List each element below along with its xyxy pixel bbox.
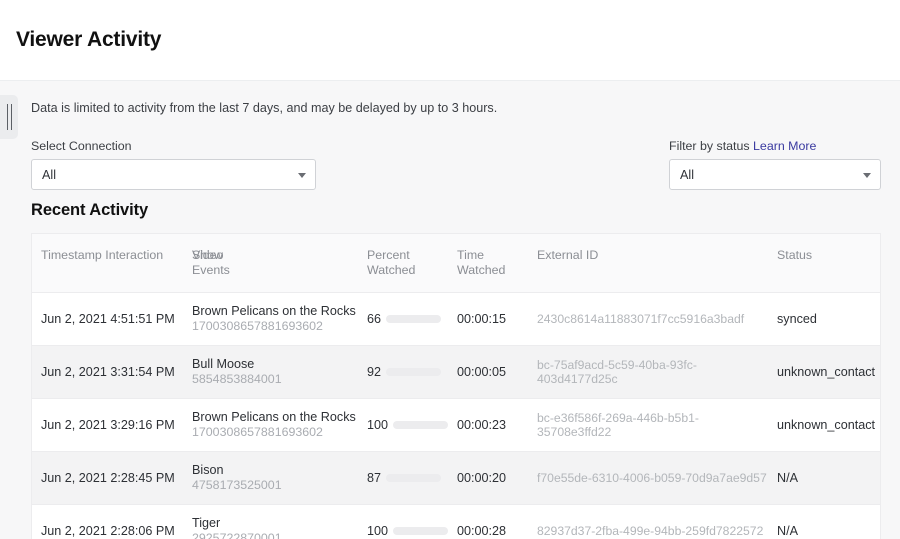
status-select[interactable]: All [669, 159, 881, 190]
cell-external-id: f70e55de-6310-4006-b059-70d9a7ae9d57 [537, 452, 777, 505]
recent-activity-table-wrap: Timestamp Interaction Show Events Video … [31, 233, 881, 539]
cell-external-id: 2430c8614a11883071f7cc5916a3badf [537, 293, 777, 346]
drag-handle-bars [7, 104, 12, 130]
cell-status: synced [777, 293, 881, 346]
cell-timestamp: Jun 2, 2021 4:51:51 PM [32, 293, 192, 346]
column-header-external-id[interactable]: External ID [537, 234, 777, 293]
video-id: 4758173525001 [192, 478, 361, 493]
table-row[interactable]: Jun 2, 2021 3:29:16 PMBrown Pelicans on … [32, 399, 881, 452]
cell-external-id: bc-e36f586f-269a-446b-b5b1-35708e3ffd22 [537, 399, 777, 452]
recent-activity-table: Timestamp Interaction Show Events Video … [32, 234, 881, 539]
table-row[interactable]: Jun 2, 2021 4:51:51 PMBrown Pelicans on … [32, 293, 881, 346]
column-header-timestamp-interaction[interactable]: Timestamp Interaction [32, 234, 192, 293]
column-header-percent-watched[interactable]: Percent Watched [367, 234, 457, 293]
percent-value: 66 [367, 312, 381, 327]
percent-value: 100 [367, 418, 388, 433]
connection-select[interactable]: All [31, 159, 316, 190]
cell-video: Bison4758173525001 [192, 452, 367, 505]
section-title: Recent Activity [31, 201, 900, 220]
cell-timestamp: Jun 2, 2021 3:31:54 PM [32, 346, 192, 399]
status-filter-label-text: Filter by status [669, 139, 750, 153]
cell-time-watched: 00:00:20 [457, 452, 537, 505]
cell-status: unknown_contact [777, 399, 881, 452]
cell-time-watched: 00:00:23 [457, 399, 537, 452]
video-id: 1700308657881693602 [192, 425, 361, 440]
status-filter-label: Filter by status Learn More [669, 139, 881, 153]
cell-status: N/A [777, 452, 881, 505]
video-id: 1700308657881693602 [192, 319, 361, 334]
video-title: Bison [192, 463, 361, 478]
cell-percent-watched: 66 [367, 293, 457, 346]
data-limitation-notice: Data is limited to activity from the las… [31, 81, 900, 116]
column-header-status[interactable]: Status [777, 234, 881, 293]
cell-video: Brown Pelicans on the Rocks1700308657881… [192, 293, 367, 346]
table-body: Jun 2, 2021 4:51:51 PMBrown Pelicans on … [32, 293, 881, 539]
percent-value: 92 [367, 365, 381, 380]
percent-value: 87 [367, 471, 381, 486]
video-title: Bull Moose [192, 357, 361, 372]
cell-percent-watched: 100 [367, 399, 457, 452]
learn-more-link[interactable]: Learn More [753, 139, 816, 153]
cell-video: Brown Pelicans on the Rocks1700308657881… [192, 399, 367, 452]
progress-bar [393, 421, 448, 429]
page-title: Viewer Activity [16, 28, 161, 52]
cell-video: Bull Moose5854853884001 [192, 346, 367, 399]
column-header-time-watched[interactable]: Time Watched [457, 234, 537, 293]
status-filter-group: Filter by status Learn More All [669, 139, 881, 190]
cell-time-watched: 00:00:15 [457, 293, 537, 346]
chevron-down-icon [863, 173, 871, 178]
cell-timestamp: Jun 2, 2021 3:29:16 PM [32, 399, 192, 452]
connection-filter-label: Select Connection [31, 139, 316, 153]
cell-percent-watched: 87 [367, 452, 457, 505]
connection-select-value: All [42, 168, 56, 182]
torn-edge-decoration [0, 532, 900, 539]
viewer-activity-page: Viewer Activity Data is limited to activ… [0, 0, 900, 539]
table-row[interactable]: Jun 2, 2021 2:28:45 PMBison4758173525001… [32, 452, 881, 505]
progress-bar [386, 315, 441, 323]
table-header-row: Timestamp Interaction Show Events Video … [32, 234, 881, 293]
video-title: Tiger [192, 516, 361, 531]
video-title: Brown Pelicans on the Rocks [192, 304, 361, 319]
chevron-down-icon [298, 173, 306, 178]
table-row[interactable]: Jun 2, 2021 3:31:54 PMBull Moose58548538… [32, 346, 881, 399]
content-panel: Data is limited to activity from the las… [0, 80, 900, 539]
cell-status: unknown_contact [777, 346, 881, 399]
cell-external-id: bc-75af9acd-5c59-40ba-93fc-403d4177d25c [537, 346, 777, 399]
filter-row: Select Connection All Filter by status L… [31, 139, 900, 199]
cell-time-watched: 00:00:05 [457, 346, 537, 399]
progress-bar [386, 368, 441, 376]
progress-bar [386, 474, 441, 482]
cell-percent-watched: 92 [367, 346, 457, 399]
table-header: Timestamp Interaction Show Events Video … [32, 234, 881, 293]
connection-filter-group: Select Connection All [31, 139, 316, 190]
video-id: 5854853884001 [192, 372, 361, 387]
page-header: Viewer Activity [0, 0, 900, 80]
video-title: Brown Pelicans on the Rocks [192, 410, 361, 425]
cell-timestamp: Jun 2, 2021 2:28:45 PM [32, 452, 192, 505]
drag-handle-icon[interactable] [0, 95, 18, 139]
status-select-value: All [680, 168, 694, 182]
